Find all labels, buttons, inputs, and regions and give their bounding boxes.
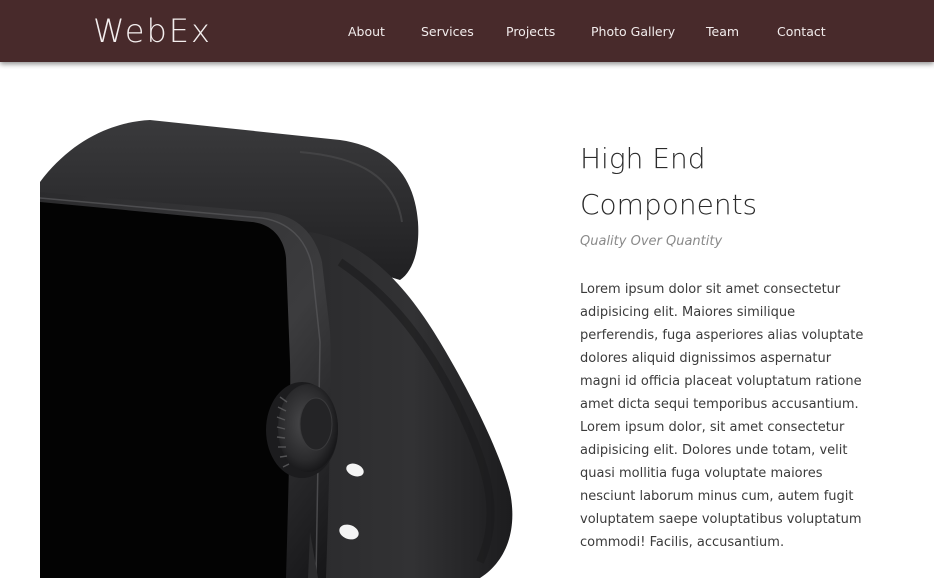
- nav-link-projects[interactable]: Projects: [506, 24, 555, 40]
- brand-logo[interactable]: WebEx: [93, 11, 212, 51]
- feature-title-line-2: Components: [580, 188, 758, 221]
- navbar: WebEx About Services Projects Photo Gall…: [0, 0, 934, 62]
- nav-link-about[interactable]: About: [348, 24, 385, 40]
- nav-link-services[interactable]: Services: [421, 24, 474, 40]
- feature-subtitle: Quality Over Quantity: [580, 234, 723, 249]
- nav-link-team[interactable]: Team: [706, 24, 739, 40]
- feature-section: High End Components Quality Over Quantit…: [580, 136, 880, 554]
- crown-graphic: [266, 382, 338, 478]
- feature-body: Lorem ipsum dolor sit amet consectetur a…: [580, 282, 864, 550]
- feature-title-line-1: High End: [580, 142, 706, 175]
- smartwatch-image: [40, 62, 520, 578]
- feature-title: High End Components: [580, 136, 880, 228]
- nav-link-contact[interactable]: Contact: [777, 24, 826, 40]
- nav-link-photo-gallery[interactable]: Photo Gallery: [591, 24, 675, 40]
